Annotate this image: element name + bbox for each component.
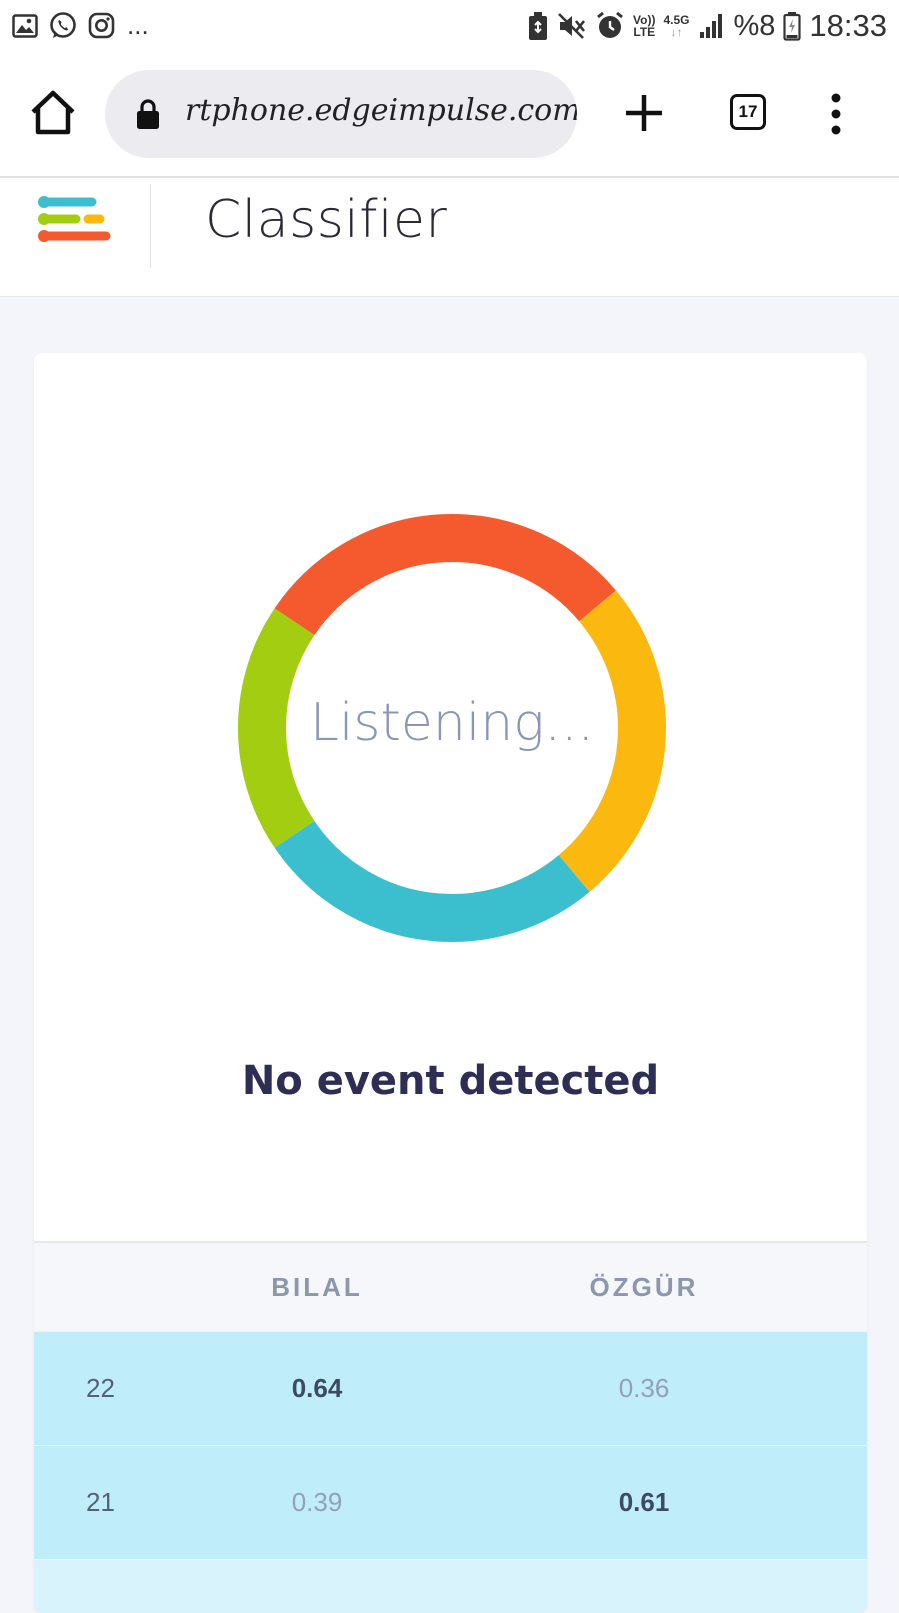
system-icons: Vo)) LTE 4.5G ↓↑ %8 18:33 <box>527 8 887 44</box>
ozgur-score: 0.36 <box>618 1373 670 1403</box>
classifier-card: Listening... No event detected BILAL ÖZG… <box>34 353 867 1613</box>
table-row: 22 0.64 0.36 <box>34 1331 867 1445</box>
volte-indicator: Vo)) LTE <box>633 13 656 39</box>
battery-saver-icon <box>529 12 548 40</box>
new-tab-icon[interactable] <box>622 91 666 135</box>
header-divider <box>150 184 151 268</box>
more-menu-icon[interactable] <box>826 92 846 136</box>
app-header: Classifier <box>0 178 899 297</box>
alarm-icon <box>597 11 623 38</box>
battery-icon <box>783 12 802 41</box>
home-icon[interactable] <box>28 88 78 138</box>
listening-ring: Listening... <box>232 508 672 948</box>
bilal-score: 0.39 <box>291 1487 343 1517</box>
table-header: BILAL ÖZGÜR <box>34 1241 867 1331</box>
edge-impulse-logo[interactable] <box>36 196 116 256</box>
bilal-score: 0.64 <box>291 1373 343 1403</box>
event-status: No event detected <box>241 1058 660 1104</box>
image-icon <box>12 13 38 38</box>
battery-percentage: %8 <box>733 9 776 42</box>
table-row: 21 0.39 0.61 <box>34 1445 867 1559</box>
row-index: 22 <box>86 1373 115 1403</box>
address-bar[interactable]: rtphone.edgeimpulse.com <box>105 70 577 158</box>
table-row <box>34 1559 867 1613</box>
ozgur-score: 0.61 <box>618 1487 670 1517</box>
notification-icons: ... <box>12 10 149 41</box>
page-title: Classifier <box>205 190 448 250</box>
mute-icon <box>558 13 586 39</box>
lock-icon <box>137 99 159 129</box>
browser-toolbar: rtphone.edgeimpulse.com 17 <box>0 58 899 178</box>
network-type-indicator: 4.5G ↓↑ <box>663 13 690 39</box>
signal-icon <box>699 14 722 38</box>
whatsapp-icon <box>50 11 76 38</box>
more-notifications-indicator: ... <box>127 10 149 40</box>
instagram-icon <box>88 12 115 39</box>
ring-segment-blue <box>274 820 590 942</box>
column-header-ozgur: ÖZGÜR <box>589 1271 699 1302</box>
url-text[interactable]: rtphone.edgeimpulse.com <box>185 93 577 128</box>
column-header-bilal: BILAL <box>271 1271 363 1302</box>
ring-segment-red <box>274 514 616 636</box>
results-table: BILAL ÖZGÜR 22 0.64 0.36 21 0.39 0.61 <box>34 1241 867 1613</box>
listening-status: Listening... <box>309 693 595 753</box>
status-bar: ... Vo)) LTE 4.5G ↓↑ %8 18:33 <box>0 0 899 58</box>
clock: 18:33 <box>809 8 887 43</box>
row-index: 21 <box>86 1487 115 1517</box>
tab-switcher-button[interactable]: 17 <box>730 94 766 130</box>
